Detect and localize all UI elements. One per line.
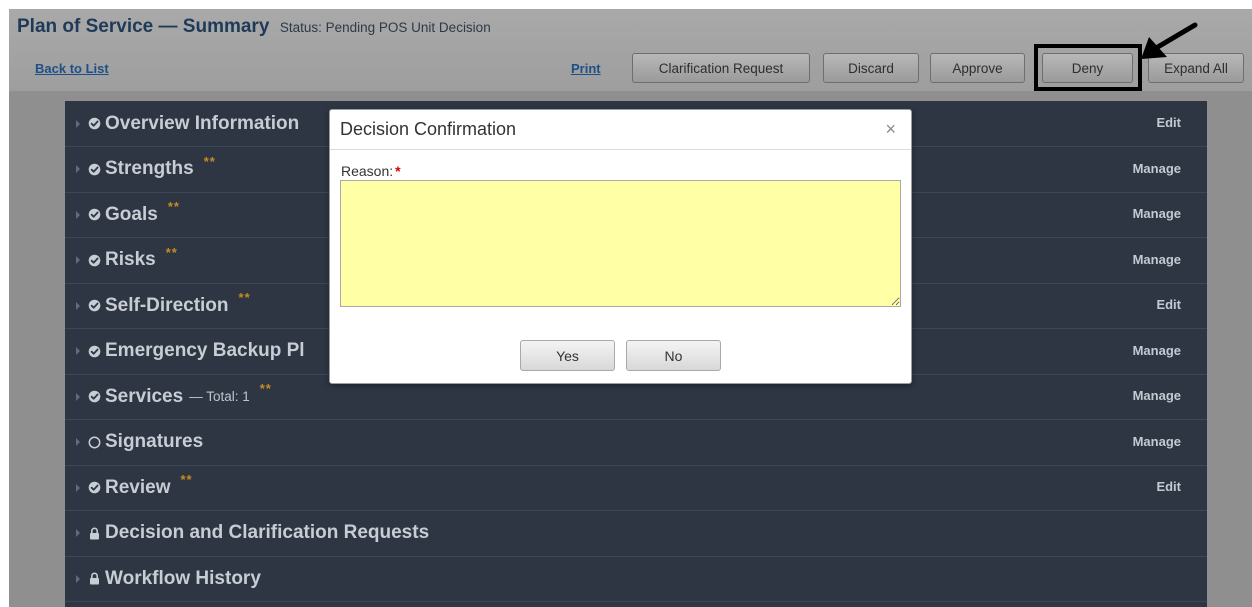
section-title: Self-Direction: [105, 294, 229, 316]
section-title: Emergency Backup Pl: [105, 340, 305, 361]
section-title: Overview Information: [105, 112, 300, 134]
reason-label-text: Reason:: [341, 163, 394, 179]
decision-confirmation-dialog: Decision Confirmation × Reason: * Yes No: [329, 109, 912, 384]
approve-button[interactable]: Approve: [930, 53, 1025, 83]
section-manage-link[interactable]: Manage: [1133, 252, 1181, 267]
section-row[interactable]: Decision and Clarification Requests: [65, 511, 1207, 557]
no-button[interactable]: No: [626, 340, 721, 371]
required-asterisk: *: [395, 163, 401, 179]
section-title: Strengths: [105, 158, 194, 179]
required-stars: **: [165, 244, 178, 260]
expand-caret-icon[interactable]: [76, 483, 80, 492]
section-manage-link[interactable]: Manage: [1133, 161, 1181, 176]
section-title: Risks: [105, 249, 156, 270]
expand-caret-icon[interactable]: [76, 574, 80, 583]
clarification-request-button[interactable]: Clarification Request: [632, 53, 810, 83]
check-circle-icon: [87, 254, 101, 267]
expand-caret-icon[interactable]: [76, 438, 80, 446]
title-row: Plan of Service — Summary Status: Pendin…: [17, 16, 491, 38]
deny-highlight-box: [1034, 44, 1142, 91]
check-circle-icon: [87, 390, 101, 403]
section-title: Review: [105, 476, 171, 498]
required-stars: **: [180, 472, 193, 487]
section-manage-link[interactable]: Manage: [1133, 434, 1181, 449]
expand-caret-icon[interactable]: [76, 301, 80, 310]
section-title: Signatures: [105, 431, 204, 452]
required-stars: **: [238, 290, 251, 305]
print-link[interactable]: Print: [571, 61, 601, 76]
expand-caret-icon[interactable]: [76, 529, 80, 537]
required-stars: **: [203, 153, 216, 169]
lock-icon: [87, 527, 101, 540]
check-circle-icon: [87, 208, 101, 221]
section-subtitle: — Total: 1: [189, 389, 250, 404]
section-manage-link[interactable]: Manage: [1133, 206, 1181, 221]
section-title: Decision and Clarification Requests: [105, 522, 430, 543]
section-manage-link[interactable]: Manage: [1133, 388, 1181, 403]
pointer-arrow-icon: [1141, 22, 1198, 59]
section-manage-link[interactable]: Manage: [1133, 343, 1181, 358]
section-title: Goals: [105, 203, 158, 225]
section-title: Services: [105, 385, 184, 407]
required-stars: **: [259, 381, 272, 396]
dialog-title: Decision Confirmation: [340, 119, 517, 139]
check-circle-icon: [87, 481, 101, 494]
expand-caret-icon[interactable]: [76, 119, 80, 128]
section-edit-link[interactable]: Edit: [1156, 297, 1181, 312]
section-edit-link[interactable]: Edit: [1156, 479, 1181, 494]
reason-textarea[interactable]: [340, 180, 901, 307]
dialog-header: Decision Confirmation ×: [330, 110, 911, 150]
status-text: Status: Pending POS Unit Decision: [279, 20, 491, 35]
discard-button[interactable]: Discard: [823, 53, 919, 83]
check-circle-icon: [87, 345, 101, 358]
section-edit-link[interactable]: Edit: [1156, 115, 1181, 130]
expand-caret-icon[interactable]: [76, 165, 80, 173]
close-icon[interactable]: ×: [885, 120, 896, 138]
section-row[interactable]: Signatures Manage: [65, 420, 1207, 466]
lock-icon: [87, 572, 101, 585]
back-to-list-link[interactable]: Back to List: [35, 61, 109, 76]
expand-caret-icon[interactable]: [76, 256, 80, 264]
page-title: Plan of Service — Summary: [17, 16, 270, 37]
yes-button[interactable]: Yes: [520, 340, 615, 371]
empty-circle-icon: [87, 436, 101, 449]
check-circle-icon: [87, 117, 101, 130]
section-row[interactable]: Review ** Edit: [65, 465, 1207, 511]
required-stars: **: [167, 199, 180, 214]
section-row[interactable]: Workflow History: [65, 556, 1207, 602]
expand-caret-icon[interactable]: [76, 210, 80, 219]
check-circle-icon: [87, 163, 101, 176]
reason-label: Reason: *: [341, 163, 401, 179]
check-circle-icon: [87, 299, 101, 312]
section-title: Workflow History: [105, 567, 261, 589]
expand-caret-icon[interactable]: [76, 392, 80, 401]
expand-caret-icon[interactable]: [76, 347, 80, 355]
